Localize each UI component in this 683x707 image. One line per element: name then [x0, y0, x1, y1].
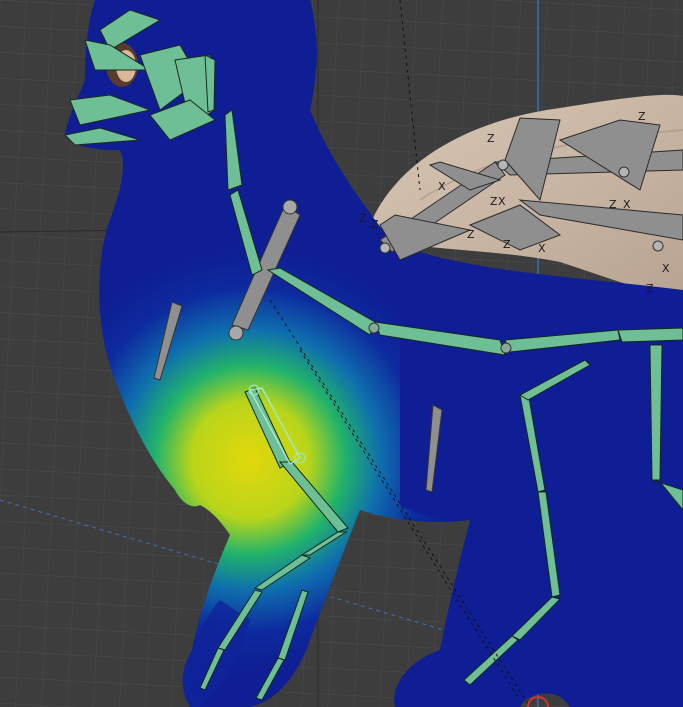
axis-label: Z	[490, 195, 498, 208]
bone-icon	[649, 344, 663, 481]
bone-joint	[618, 166, 630, 178]
bone-icon	[617, 327, 683, 343]
axis-label: X	[662, 262, 670, 275]
bone-joint	[497, 159, 509, 171]
bone-joint[interactable]	[282, 199, 298, 215]
axis-label: Z	[646, 282, 654, 295]
axis-label: Z	[359, 212, 367, 225]
bone-joint	[379, 242, 391, 254]
axis-label: X	[498, 195, 506, 208]
bone-joint	[652, 240, 664, 252]
axis-label: X	[538, 242, 546, 255]
axis-label: Z	[503, 238, 511, 251]
axis-label: Z	[638, 110, 646, 123]
bone-joint[interactable]	[228, 325, 244, 341]
axis-label: Z	[609, 198, 617, 211]
axis-label: X	[623, 198, 631, 211]
axis-label: Z	[487, 132, 495, 145]
bone-joint	[368, 322, 380, 334]
bone-joint	[500, 342, 512, 354]
axis-label: Z	[371, 218, 379, 231]
3d-viewport[interactable]: Z Z Z X Z X Z X Z X Z X Z Z	[0, 0, 683, 707]
axis-label: Z	[467, 228, 475, 241]
axis-label: X	[438, 180, 446, 193]
viewport-canvas[interactable]: Z Z Z X Z X Z X Z X Z X Z Z	[0, 0, 683, 707]
